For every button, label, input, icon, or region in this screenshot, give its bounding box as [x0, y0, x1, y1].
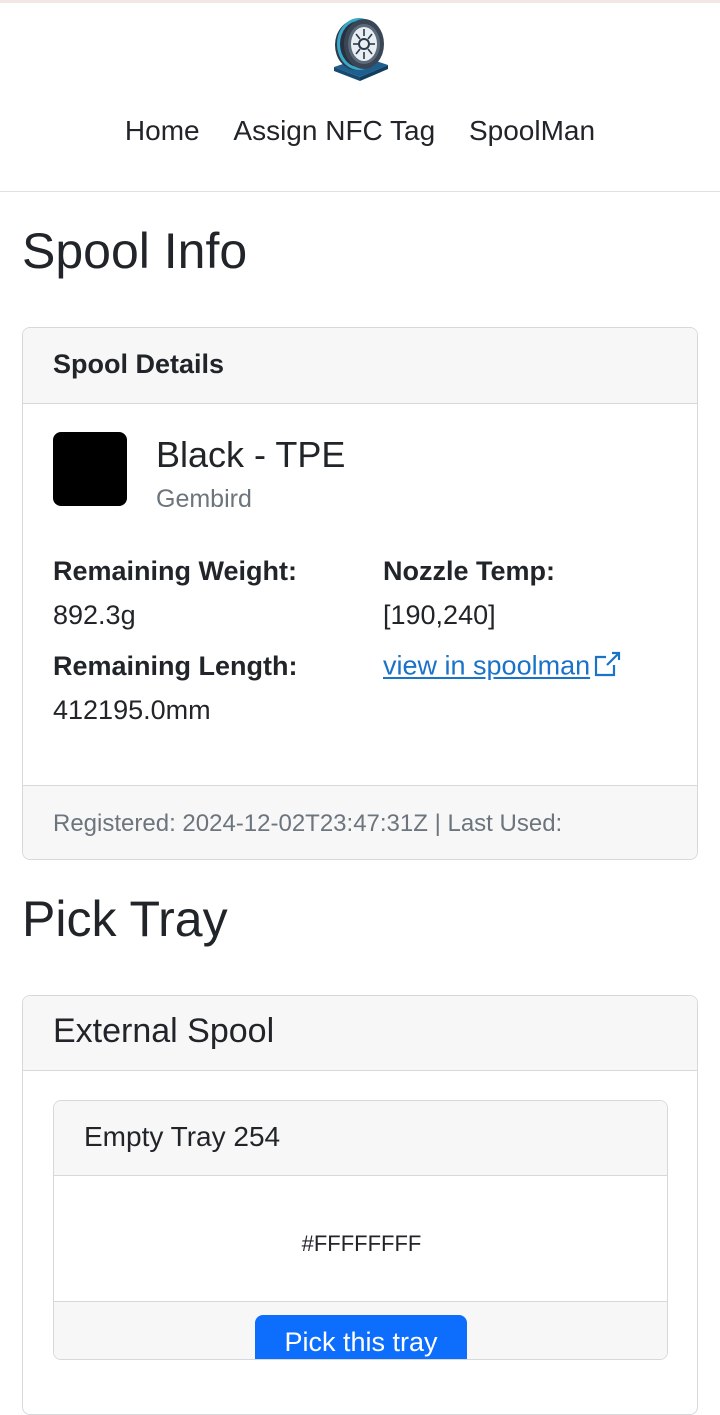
nozzle-temp-label: Nozzle Temp: — [383, 556, 556, 586]
spool-name: Black - TPE — [156, 434, 346, 475]
view-in-spoolman-label: view in spoolman — [383, 650, 591, 681]
remaining-weight-value: 892.3g — [53, 600, 136, 630]
main-nav: Home Assign NFC Tag SpoolMan — [0, 115, 720, 147]
remaining-weight-label: Remaining Weight: — [53, 556, 298, 586]
tray-header: Empty Tray 254 — [54, 1101, 667, 1176]
nav-spoolman-link[interactable]: SpoolMan — [469, 115, 595, 146]
remaining-length-label: Remaining Length: — [53, 651, 298, 681]
nozzle-temp-value: [190,240] — [383, 600, 496, 630]
navbar: Home Assign NFC Tag SpoolMan — [0, 3, 720, 192]
spool-details-card: Spool Details Black - TPE Gembird Remain… — [22, 327, 698, 860]
nav-home-link[interactable]: Home — [125, 115, 200, 146]
view-in-spoolman-link[interactable]: view in spoolman — [383, 649, 622, 686]
external-spool-header: External Spool — [23, 996, 697, 1071]
pick-tray-title: Pick Tray — [22, 891, 228, 947]
tray-color-code: #FFFFFFFF — [301, 1231, 422, 1256]
tray-card: Empty Tray 254 #FFFFFFFF Pick this tray — [53, 1100, 668, 1360]
external-spool-card: External Spool Empty Tray 254 #FFFFFFFF … — [22, 995, 698, 1415]
remaining-length-value: 412195.0mm — [53, 695, 211, 725]
spool-vendor: Gembird — [156, 485, 252, 513]
nav-assign-nfc-tag-link[interactable]: Assign NFC Tag — [233, 115, 435, 146]
color-swatch — [53, 432, 127, 506]
pick-tray-button[interactable]: Pick this tray — [255, 1315, 467, 1359]
external-link-icon — [592, 649, 622, 686]
page-title: Spool Info — [22, 223, 248, 279]
card-header: Spool Details — [23, 328, 697, 404]
card-footer: Registered: 2024-12-02T23:47:31Z | Last … — [23, 785, 697, 859]
filament-spool-icon[interactable] — [330, 11, 390, 81]
